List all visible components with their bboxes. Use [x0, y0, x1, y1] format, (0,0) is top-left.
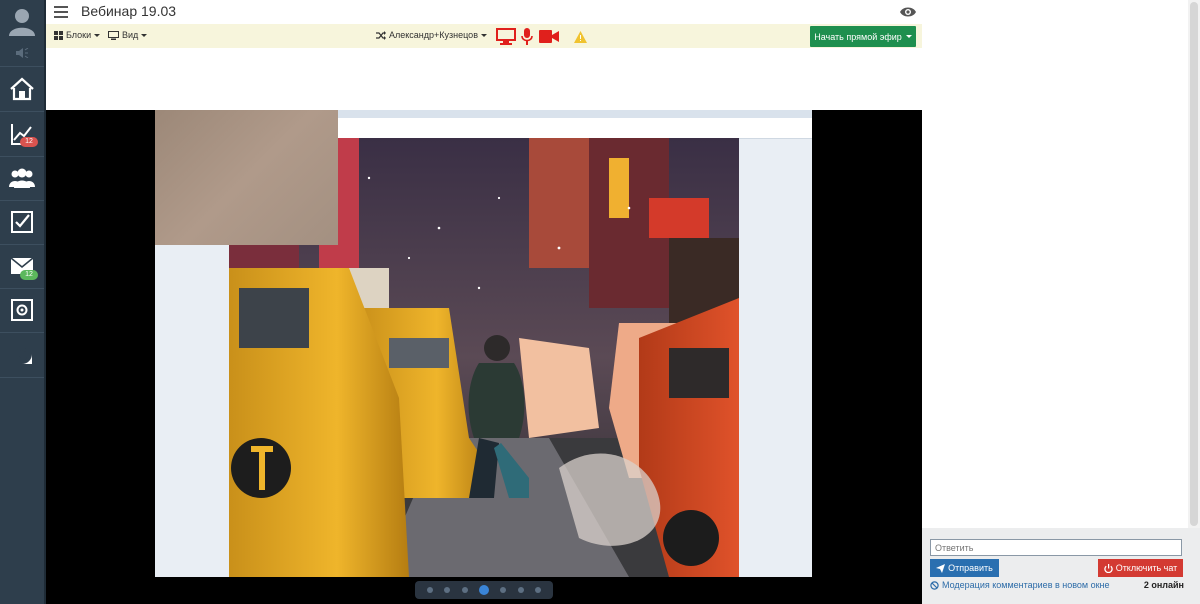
control-dot-icon[interactable]	[500, 587, 507, 593]
messages-badge: 12	[20, 270, 38, 280]
safe-icon	[11, 299, 33, 321]
control-dot-icon[interactable]	[444, 587, 451, 593]
header-bar: Вебинар 19.03	[46, 0, 922, 24]
menu-toggle[interactable]	[54, 5, 68, 23]
chevron-down-icon	[141, 33, 148, 37]
control-dot-icon[interactable]	[517, 587, 524, 593]
microphone-icon	[521, 28, 533, 45]
power-icon	[1103, 563, 1113, 573]
presenter-label: Александр+Кузнецов	[389, 30, 478, 40]
paper-plane-icon	[936, 563, 946, 573]
control-dot-icon[interactable]	[461, 587, 468, 593]
page-title: Вебинар 19.03	[81, 3, 177, 19]
send-label: Отправить	[948, 563, 993, 573]
warning-icon	[574, 31, 587, 43]
shared-window-titlebar	[338, 110, 812, 118]
home-icon	[10, 77, 34, 101]
visibility-toggle[interactable]	[900, 5, 916, 23]
presenter-dropdown[interactable]: Александр+Кузнецов	[376, 30, 487, 40]
view-dropdown[interactable]: Вид	[108, 30, 148, 40]
chat-scrollbar[interactable]	[1188, 0, 1200, 528]
brand-logo-icon	[12, 344, 32, 364]
nav-tasks[interactable]	[0, 200, 44, 244]
presenter-webcam	[155, 110, 338, 245]
screen-share-controls[interactable]	[415, 581, 553, 599]
webinar-toolbar: Блоки Вид Александр+Кузнецов Начать прям…	[46, 24, 922, 48]
disable-chat-label: Отключить чат	[1115, 563, 1178, 573]
send-button[interactable]: Отправить	[930, 559, 999, 577]
nav-safe[interactable]	[0, 288, 44, 332]
control-dot-icon[interactable]	[535, 587, 542, 593]
video-camera-icon	[539, 30, 559, 43]
start-live-button[interactable]: Начать прямой эфир	[810, 26, 916, 47]
nav-brand[interactable]	[0, 332, 44, 376]
camera-toggle[interactable]	[539, 30, 559, 48]
view-label: Вид	[122, 30, 139, 40]
moderation-link[interactable]: Модерация комментариев в новом окне	[930, 580, 1110, 590]
screen-share-icon	[496, 28, 516, 45]
ban-icon	[930, 580, 939, 590]
chat-footer: Отправить Отключить чат Модерация коммен…	[922, 528, 1200, 604]
nav-users[interactable]	[0, 156, 44, 200]
video-stage	[46, 110, 922, 604]
chevron-down-icon	[480, 33, 487, 37]
start-live-label: Начать прямой эфир	[814, 31, 902, 42]
shared-window-toolbar	[338, 118, 812, 139]
moderation-label: Модерация комментариев в новом окне	[942, 580, 1110, 590]
analytics-badge: 12	[20, 137, 38, 147]
blocks-dropdown[interactable]: Блоки	[54, 30, 101, 40]
warning-indicator[interactable]	[574, 30, 587, 48]
user-avatar[interactable]	[0, 0, 44, 42]
chevron-down-icon	[94, 33, 101, 37]
reply-input[interactable]	[930, 539, 1182, 556]
hamburger-icon	[54, 6, 68, 18]
user-avatar-icon	[9, 9, 35, 36]
control-active-icon[interactable]	[478, 585, 489, 595]
volume-icon	[16, 48, 29, 58]
chevron-down-icon	[905, 35, 912, 38]
eye-icon	[900, 7, 916, 17]
grid-icon	[54, 30, 63, 40]
nav-divider	[0, 377, 44, 378]
monitor-icon	[108, 30, 119, 40]
screen-share-toggle[interactable]	[496, 28, 516, 50]
microphone-toggle[interactable]	[521, 28, 533, 50]
users-icon	[9, 168, 35, 188]
chat-panel: Отправить Отключить чат Модерация коммен…	[922, 0, 1200, 604]
nav-home[interactable]	[0, 67, 44, 111]
control-dot-icon[interactable]	[426, 587, 433, 593]
checkbox-icon	[11, 211, 33, 233]
blocks-label: Блоки	[66, 30, 92, 40]
shared-screen	[155, 110, 812, 577]
online-count: 2 онлайн	[1143, 580, 1184, 590]
disable-chat-button[interactable]: Отключить чат	[1098, 559, 1183, 577]
chat-scrollbar-thumb[interactable]	[1190, 2, 1198, 526]
shuffle-icon	[376, 30, 386, 40]
sound-toggle[interactable]	[0, 42, 44, 64]
nav-messages[interactable]: 12	[0, 244, 44, 288]
nav-analytics[interactable]: 12	[0, 112, 44, 156]
left-navigation: 12 12	[0, 0, 44, 604]
